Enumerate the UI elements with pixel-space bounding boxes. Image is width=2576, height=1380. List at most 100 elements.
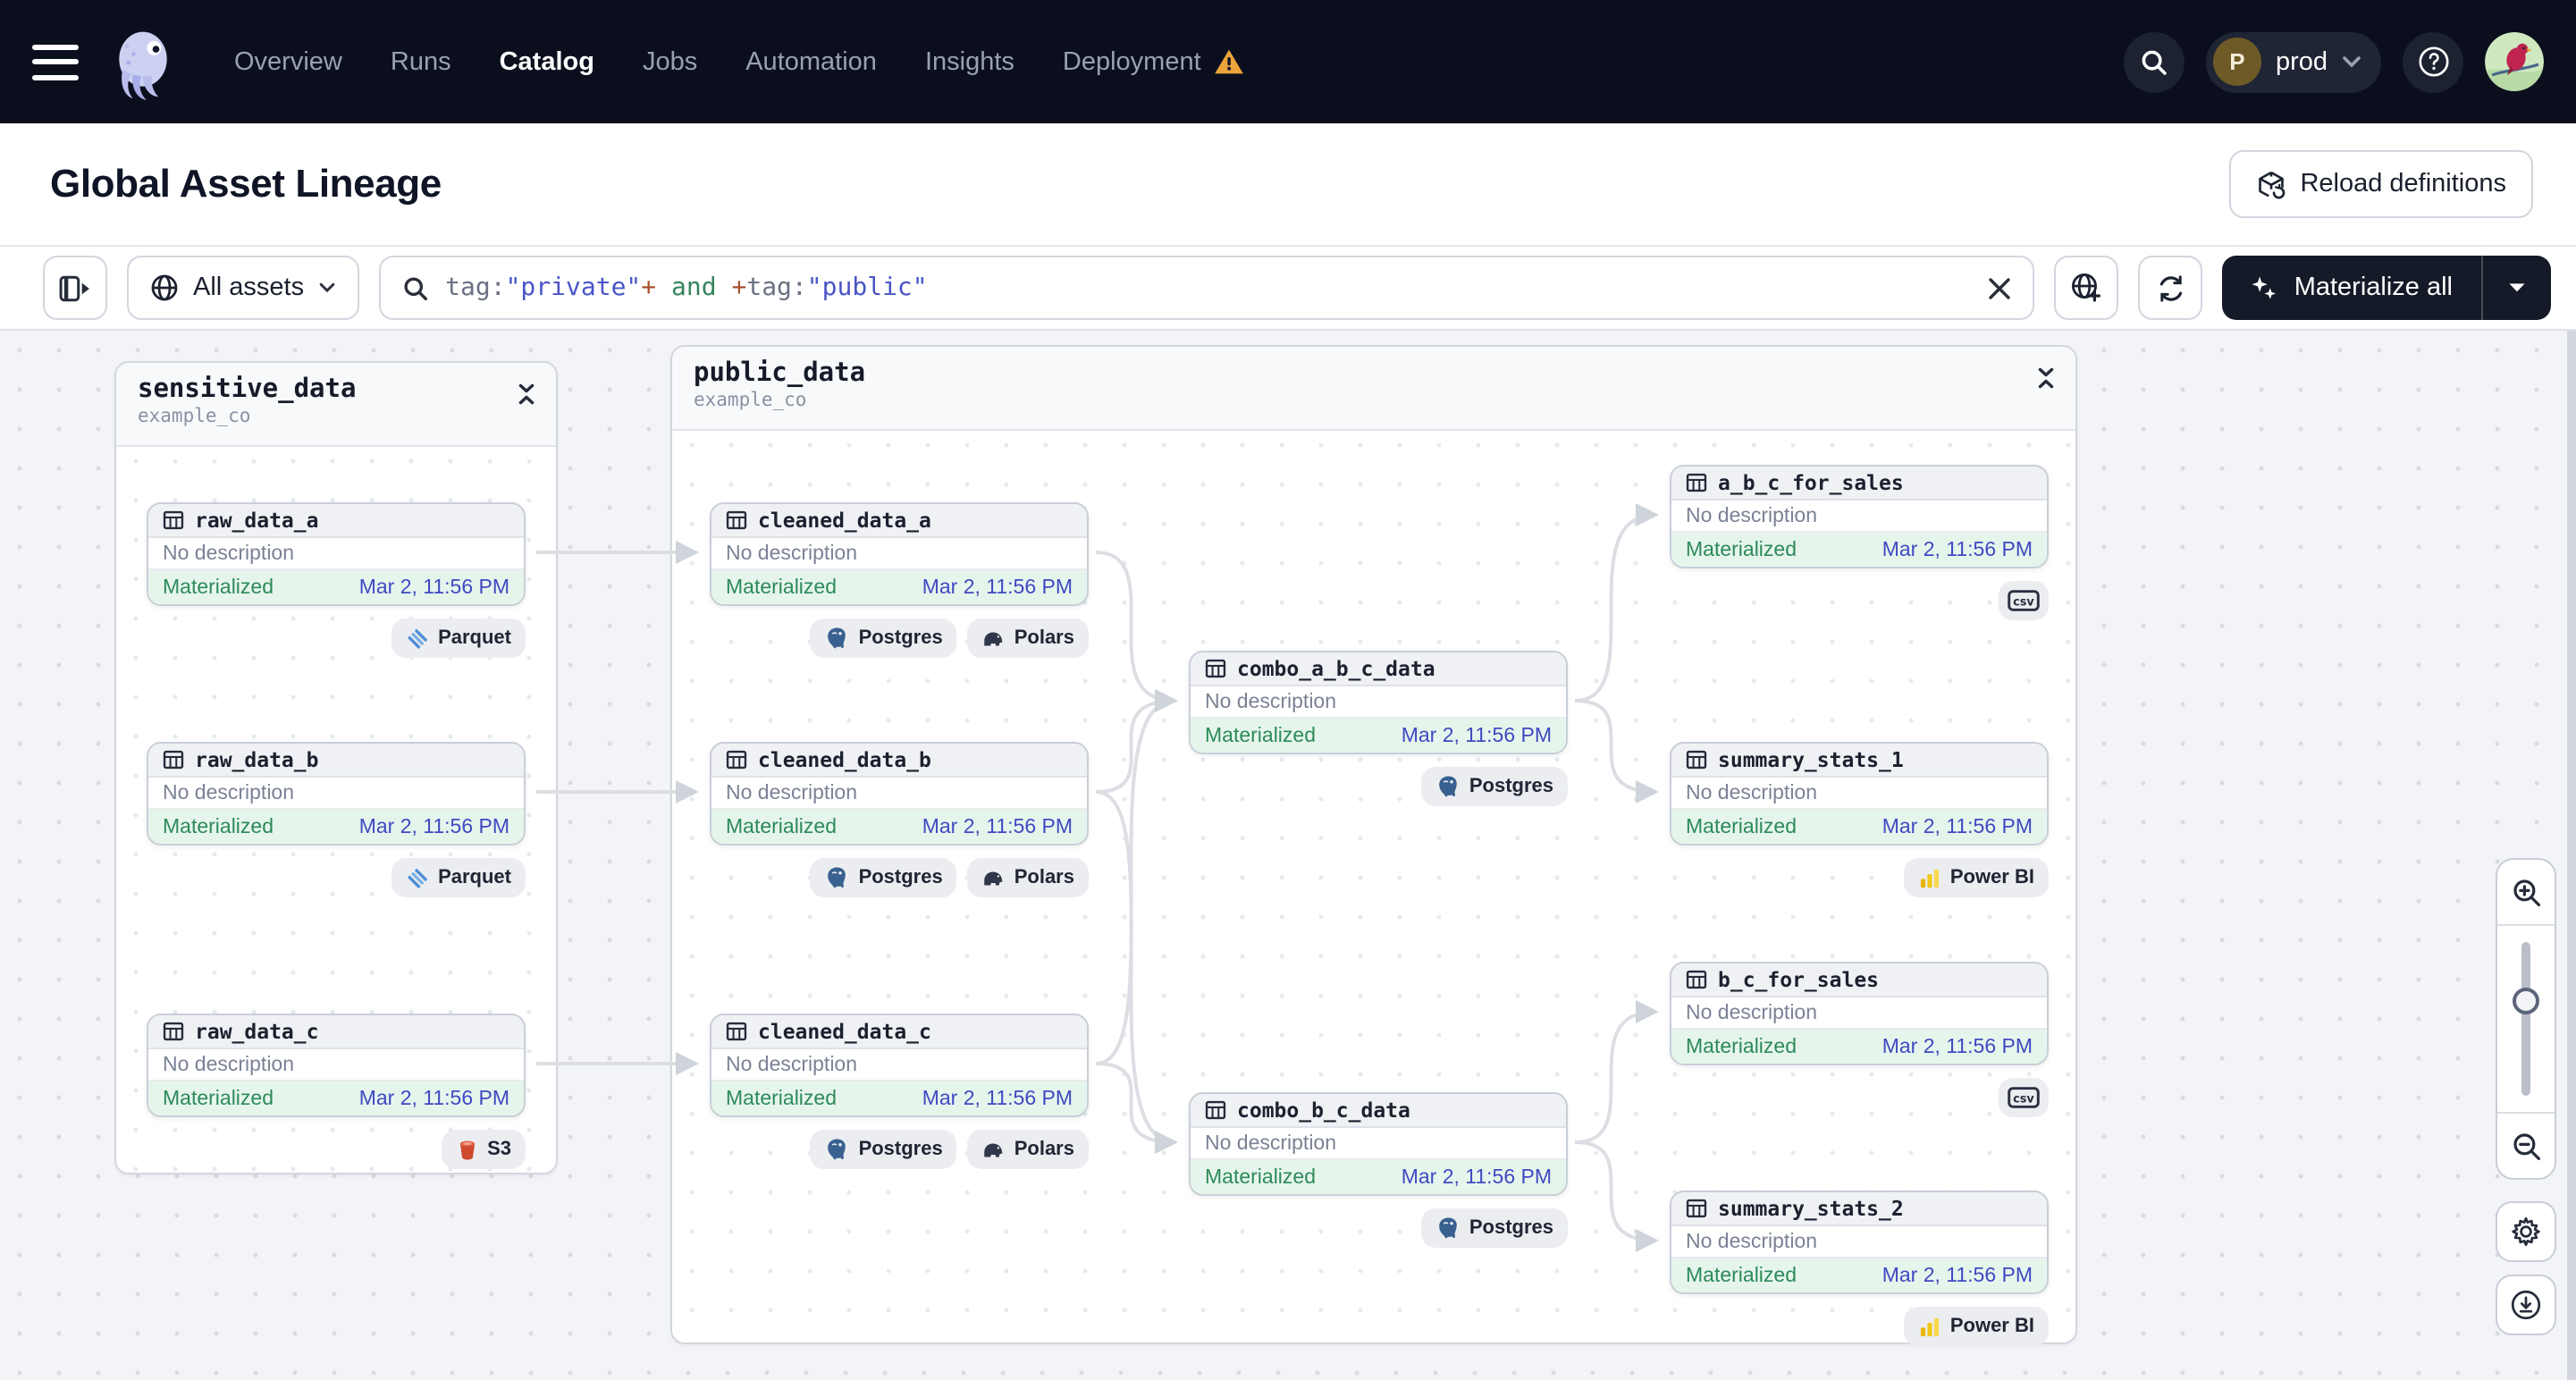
asset-node-header: combo_a_b_c_data bbox=[1191, 652, 1566, 686]
materialization-timestamp[interactable]: Mar 2, 11:56 PM bbox=[922, 1088, 1073, 1109]
deployment-switcher[interactable]: P prod bbox=[2205, 31, 2381, 92]
zoom-slider-thumb[interactable] bbox=[2513, 987, 2539, 1014]
materialize-all-button[interactable]: Materialize all bbox=[2223, 256, 2481, 320]
nav-item-runs[interactable]: Runs bbox=[391, 47, 451, 76]
download-image-button[interactable] bbox=[2496, 1275, 2556, 1335]
top-nav-bar: Overview Runs Catalog Jobs Automation Insight… bbox=[0, 0, 2576, 123]
edge-cleaned_data_c-to-combo_a_b_c_data bbox=[1095, 689, 1178, 1065]
asset-node-b_c_for_sales[interactable]: b_c_for_sales No description Materialize… bbox=[1670, 962, 2049, 1065]
asset-node-header: raw_data_b bbox=[148, 744, 524, 778]
asset-node-cleaned_data_b[interactable]: cleaned_data_b No description Materializ… bbox=[710, 742, 1089, 846]
power-bi-icon bbox=[1920, 1317, 1939, 1336]
materialization-timestamp[interactable]: Mar 2, 11:56 PM bbox=[1882, 1036, 2033, 1057]
graph-settings-button[interactable] bbox=[2496, 1201, 2556, 1262]
query-segment: + bbox=[731, 273, 747, 302]
table-icon bbox=[163, 1022, 184, 1041]
asset-name: summary_stats_2 bbox=[1718, 1196, 1904, 1221]
new-catalog-view-button[interactable] bbox=[2054, 256, 2119, 320]
asset-kind-badges: Postgres Polars bbox=[710, 858, 1089, 897]
kind-badge-polars[interactable]: Polars bbox=[967, 618, 1089, 658]
kind-badge-polars[interactable]: Polars bbox=[967, 858, 1089, 897]
edge-combo_b_c_data-to-summary_stats_2 bbox=[1574, 1140, 1659, 1252]
asset-node-summary_stats_1[interactable]: summary_stats_1 No description Materiali… bbox=[1670, 742, 2049, 846]
materialization-timestamp[interactable]: Mar 2, 11:56 PM bbox=[359, 1088, 509, 1109]
zoom-in-button[interactable] bbox=[2497, 860, 2555, 926]
open-asset-panel-button[interactable] bbox=[43, 256, 107, 320]
materialization-timestamp[interactable]: Mar 2, 11:56 PM bbox=[359, 816, 509, 837]
kind-badge-parquet[interactable]: Parquet bbox=[391, 858, 526, 897]
asset-node-combo_b_c_data[interactable]: combo_b_c_data No description Materializ… bbox=[1189, 1092, 1568, 1196]
zoom-out-icon bbox=[2513, 1132, 2539, 1159]
kind-badge-power-bi[interactable]: Power BI bbox=[1903, 858, 2049, 897]
asset-node-a_b_c_for_sales[interactable]: a_b_c_for_sales No description Materiali… bbox=[1670, 465, 2049, 568]
kind-badge-postgres[interactable]: Postgres bbox=[810, 858, 957, 897]
asset-node-summary_stats_2[interactable]: summary_stats_2 No description Materiali… bbox=[1670, 1191, 2049, 1294]
help-button[interactable] bbox=[2403, 31, 2463, 92]
user-avatar[interactable] bbox=[2485, 32, 2544, 91]
kind-badge-postgres[interactable]: Postgres bbox=[1420, 767, 1568, 806]
asset-node-cleaned_data_a[interactable]: cleaned_data_a No description Materializ… bbox=[710, 502, 1089, 606]
kind-badge-csv[interactable]: csv bbox=[1999, 581, 2049, 620]
vertical-scrollbar[interactable] bbox=[2567, 331, 2576, 1380]
query-segment: + bbox=[641, 273, 657, 302]
menu-icon[interactable] bbox=[32, 44, 79, 80]
asset-name: combo_b_c_data bbox=[1237, 1098, 1410, 1123]
status-badge: Materialized bbox=[726, 816, 837, 837]
refresh-graph-button[interactable] bbox=[2138, 256, 2203, 320]
asset-node-cleaned_data_c[interactable]: cleaned_data_c No description Materializ… bbox=[710, 1014, 1089, 1117]
kind-badge-parquet[interactable]: Parquet bbox=[391, 618, 526, 658]
lineage-canvas[interactable]: sensitive_data example_co public_data ex… bbox=[0, 331, 2576, 1380]
reload-definitions-button[interactable]: Reload definitions bbox=[2228, 150, 2533, 218]
postgres-icon bbox=[828, 867, 846, 888]
asset-status-row: Materialized Mar 2, 11:56 PM bbox=[1671, 1030, 2047, 1064]
materialization-timestamp[interactable]: Mar 2, 11:56 PM bbox=[1402, 1166, 1552, 1188]
materialize-options-button[interactable] bbox=[2483, 256, 2551, 320]
nav-item-overview[interactable]: Overview bbox=[234, 47, 342, 76]
edge-combo_a_b_c_data-to-summary_stats_1 bbox=[1574, 699, 1659, 804]
nav-item-jobs[interactable]: Jobs bbox=[643, 47, 697, 76]
asset-node-raw_data_b[interactable]: raw_data_b No description Materialized M… bbox=[147, 742, 526, 846]
zoom-out-button[interactable] bbox=[2497, 1112, 2555, 1178]
global-search-button[interactable] bbox=[2123, 31, 2185, 92]
panel-toggle-icon bbox=[59, 274, 89, 301]
kind-badge-postgres[interactable]: Postgres bbox=[1420, 1208, 1568, 1248]
table-icon bbox=[163, 510, 184, 530]
materialization-timestamp[interactable]: Mar 2, 11:56 PM bbox=[1882, 1265, 2033, 1286]
zoom-slider[interactable] bbox=[2497, 926, 2555, 1112]
kind-badge-s3[interactable]: S3 bbox=[441, 1130, 526, 1169]
asset-status-row: Materialized Mar 2, 11:56 PM bbox=[1191, 719, 1566, 753]
kind-badge-power-bi[interactable]: Power BI bbox=[1903, 1307, 2049, 1346]
kind-badge-csv[interactable]: csv bbox=[1999, 1078, 2049, 1117]
kind-badge-postgres[interactable]: Postgres bbox=[810, 1130, 957, 1169]
asset-node-header: a_b_c_for_sales bbox=[1671, 467, 2047, 501]
asset-scope-dropdown[interactable]: All assets bbox=[127, 256, 360, 320]
asset-query-input[interactable]: tag:"private"+ and +tag:"public" bbox=[379, 256, 2035, 320]
asset-name: raw_data_b bbox=[195, 747, 319, 772]
status-badge: Materialized bbox=[163, 576, 274, 598]
materialization-timestamp[interactable]: Mar 2, 11:56 PM bbox=[922, 576, 1073, 598]
nav-right-cluster: P prod bbox=[2123, 31, 2544, 92]
materialization-timestamp[interactable]: Mar 2, 11:56 PM bbox=[1882, 539, 2033, 560]
asset-node-header: cleaned_data_a bbox=[711, 504, 1087, 538]
kind-badge-label: Power BI bbox=[1949, 867, 2034, 888]
materialization-timestamp[interactable]: Mar 2, 11:56 PM bbox=[1402, 725, 1552, 746]
asset-node-raw_data_a[interactable]: raw_data_a No description Materialized M… bbox=[147, 502, 526, 606]
lineage-toolbar: All assets tag:"private"+ and +tag:"publ… bbox=[0, 247, 2576, 331]
deployment-avatar: P bbox=[2212, 38, 2261, 86]
nav-item-insights[interactable]: Insights bbox=[925, 47, 1014, 76]
nav-item-automation[interactable]: Automation bbox=[745, 47, 877, 76]
materialization-timestamp[interactable]: Mar 2, 11:56 PM bbox=[922, 816, 1073, 837]
csv-icon: csv bbox=[2008, 1087, 2040, 1108]
kind-badge-label: Postgres bbox=[858, 627, 943, 649]
nav-item-deployment[interactable]: Deployment bbox=[1063, 47, 1244, 76]
asset-node-raw_data_c[interactable]: raw_data_c No description Materialized M… bbox=[147, 1014, 526, 1117]
nav-item-catalog[interactable]: Catalog bbox=[500, 47, 594, 76]
asset-node-combo_a_b_c_data[interactable]: combo_a_b_c_data No description Material… bbox=[1189, 651, 1568, 754]
kind-badge-polars[interactable]: Polars bbox=[967, 1130, 1089, 1169]
dagster-logo[interactable] bbox=[105, 24, 181, 99]
materialization-timestamp[interactable]: Mar 2, 11:56 PM bbox=[359, 576, 509, 598]
clear-query-button[interactable] bbox=[1989, 276, 2012, 299]
materialization-timestamp[interactable]: Mar 2, 11:56 PM bbox=[1882, 816, 2033, 837]
kind-badge-label: Polars bbox=[1014, 627, 1074, 649]
kind-badge-postgres[interactable]: Postgres bbox=[810, 618, 957, 658]
